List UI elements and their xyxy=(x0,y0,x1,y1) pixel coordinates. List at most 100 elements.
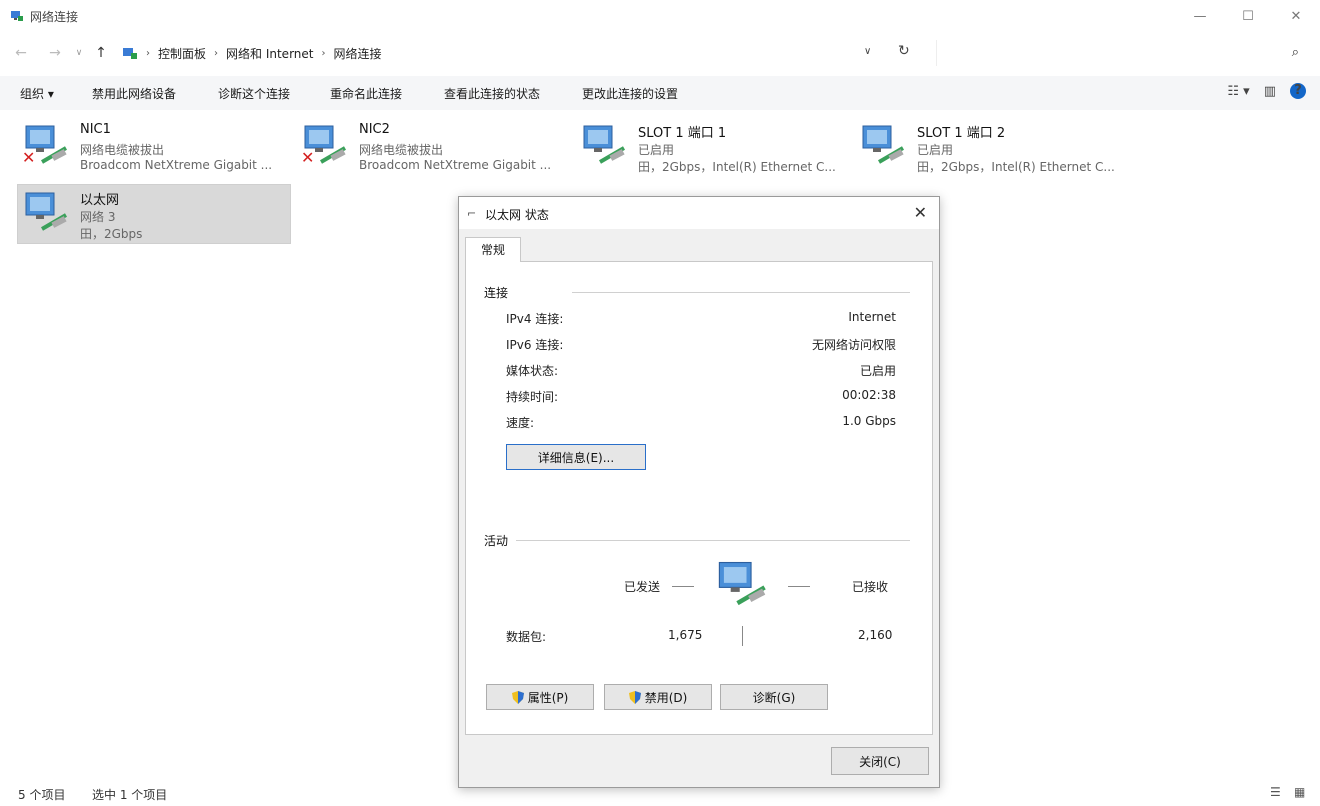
view-options-icon[interactable]: ☷ ▾ xyxy=(1227,84,1249,99)
connection-tile-slot1-port1[interactable]: SLOT 1 端口 1 已启用 田，2Gbps，Intel(R) Etherne… xyxy=(576,118,848,176)
connection-name: 以太网 xyxy=(80,193,120,208)
connection-device: 田，2Gbps，Intel(R) Ethernet C... xyxy=(638,160,836,174)
diagnose-connection-button[interactable]: 诊断这个连接 xyxy=(218,85,290,102)
properties-button[interactable]: 属性(P) xyxy=(486,684,594,710)
packets-divider xyxy=(742,626,743,646)
connection-tile-nic1[interactable]: ✕ NIC1 网络电缆被拔出 Broadcom NetXtreme Gigabi… xyxy=(18,118,290,176)
disconnected-x-icon: ✕ xyxy=(301,148,315,167)
minimize-button[interactable]: — xyxy=(1176,0,1224,32)
ipv6-value: 无网络访问权限 xyxy=(811,338,896,352)
recent-chevron-icon[interactable]: ∨ xyxy=(70,44,88,62)
connection-name: SLOT 1 端口 2 xyxy=(917,126,1006,141)
duration-value: 00:02:38 xyxy=(842,388,896,402)
connection-tile-slot1-port2[interactable]: SLOT 1 端口 2 已启用 田，2Gbps，Intel(R) Etherne… xyxy=(855,118,1127,176)
refresh-icon[interactable]: ↻ xyxy=(898,43,910,59)
properties-button-label: 属性(P) xyxy=(527,691,569,705)
dialog-close-icon[interactable]: ✕ xyxy=(914,203,927,222)
dialog-titlebar: ⌐ 以太网 状态 ✕ xyxy=(459,197,939,229)
connection-device: 田，2Gbps，Intel(R) Ethernet C... xyxy=(917,160,1115,174)
address-bar[interactable]: › 控制面板 › 网络和 Internet › 网络连接 xyxy=(116,40,924,66)
received-label: 已接收 xyxy=(852,580,889,594)
help-icon[interactable]: ? xyxy=(1290,83,1306,99)
search-icon[interactable]: ⌕ xyxy=(1292,45,1299,60)
connection-device: 田，2Gbps xyxy=(80,227,143,241)
media-state-value: 已启用 xyxy=(859,364,896,378)
item-count: 5 个项目 xyxy=(18,788,66,802)
selected-count: 选中 1 个项目 xyxy=(92,788,168,802)
packets-received-value: 2,160 xyxy=(858,628,893,642)
media-state-label: 媒体状态: xyxy=(506,364,559,378)
connection-status: 已启用 xyxy=(638,143,675,157)
connection-name: SLOT 1 端口 1 xyxy=(638,126,727,141)
connection-name: NIC2 xyxy=(359,122,390,137)
command-bar: 组织 ▾ 禁用此网络设备 诊断这个连接 重命名此连接 查看此连接的状态 更改此连… xyxy=(0,76,1320,110)
duration-label: 持续时间: xyxy=(506,390,559,404)
connection-status: 网络电缆被拔出 xyxy=(359,143,444,157)
preview-pane-icon[interactable]: ▥ xyxy=(1264,84,1276,99)
speed-label: 速度: xyxy=(506,416,535,430)
change-settings-button[interactable]: 更改此连接的设置 xyxy=(582,85,678,102)
network-connections-icon xyxy=(11,11,23,21)
sent-label: 已发送 xyxy=(624,580,661,594)
ipv4-value: Internet xyxy=(848,310,896,324)
connection-device: Broadcom NetXtreme Gigabit ... xyxy=(359,158,552,172)
ipv4-label: IPv4 连接: xyxy=(506,312,564,326)
packets-sent-value: 1,675 xyxy=(668,628,703,642)
packets-label: 数据包: xyxy=(506,630,547,644)
view-status-button[interactable]: 查看此连接的状态 xyxy=(444,85,540,102)
search-input[interactable]: ⌕ xyxy=(936,40,1313,66)
view-tools: ☷ ▾ ▥ ? xyxy=(1227,83,1306,99)
disable-button[interactable]: 禁用(D) xyxy=(604,684,712,710)
connection-device: Broadcom NetXtreme Gigabit ... xyxy=(80,158,273,172)
connection-status: 网络电缆被拔出 xyxy=(80,143,165,157)
address-dropdown-icon[interactable]: ∨ xyxy=(864,46,871,57)
connection-status: 已启用 xyxy=(917,143,954,157)
connection-tile-ethernet[interactable]: 以太网 网络 3 田，2Gbps xyxy=(17,184,291,244)
forward-arrow-icon[interactable]: → xyxy=(46,44,64,62)
breadcrumb-control-panel[interactable]: 控制面板 xyxy=(158,45,206,62)
activity-network-icon xyxy=(718,561,766,606)
connection-group-label: 连接 xyxy=(484,286,509,300)
breadcrumb-separator-icon: › xyxy=(321,48,326,59)
rename-connection-button[interactable]: 重命名此连接 xyxy=(330,85,402,102)
disconnected-x-icon: ✕ xyxy=(22,148,36,167)
activity-group-label: 活动 xyxy=(484,534,509,548)
connection-status: 网络 3 xyxy=(80,210,116,224)
network-status-icon: ⌐ xyxy=(467,207,477,220)
ethernet-status-dialog: ⌐ 以太网 状态 ✕ 常规 连接 IPv4 连接: Internet IPv6 … xyxy=(458,196,940,788)
view-switcher: ☰ ▦ xyxy=(1270,785,1310,801)
general-panel: 连接 IPv4 连接: Internet IPv6 连接: 无网络访问权限 媒体… xyxy=(465,261,933,735)
window-titlebar: 网络连接 — ☐ ✕ xyxy=(0,0,1320,32)
connection-tile-nic2[interactable]: ✕ NIC2 网络电缆被拔出 Broadcom NetXtreme Gigabi… xyxy=(297,118,569,176)
received-dash xyxy=(788,586,810,587)
breadcrumb-network-internet[interactable]: 网络和 Internet xyxy=(226,45,313,62)
uac-shield-icon xyxy=(628,691,641,704)
network-adapter-icon xyxy=(862,125,905,164)
disable-button-label: 禁用(D) xyxy=(644,691,688,705)
close-button[interactable]: 关闭(C) xyxy=(831,747,929,775)
connection-name: NIC1 xyxy=(80,122,111,137)
close-window-button[interactable]: ✕ xyxy=(1272,0,1320,32)
organize-menu[interactable]: 组织 ▾ xyxy=(20,85,54,102)
control-panel-icon xyxy=(123,47,137,59)
breadcrumb: › 控制面板 › 网络和 Internet › 网络连接 xyxy=(122,45,382,62)
network-adapter-icon xyxy=(25,192,68,231)
sent-dash xyxy=(672,586,694,587)
up-arrow-icon[interactable]: ↑ xyxy=(92,44,110,62)
tab-general[interactable]: 常规 xyxy=(465,237,521,262)
details-view-icon[interactable]: ☰ xyxy=(1270,785,1286,801)
window-controls: — ☐ ✕ xyxy=(1176,0,1320,32)
speed-value: 1.0 Gbps xyxy=(842,414,896,428)
disable-device-button[interactable]: 禁用此网络设备 xyxy=(92,85,176,102)
breadcrumb-network-connections[interactable]: 网络连接 xyxy=(333,45,381,62)
back-arrow-icon[interactable]: ← xyxy=(12,44,30,62)
group-divider xyxy=(572,292,910,293)
diagnose-button[interactable]: 诊断(G) xyxy=(720,684,828,710)
network-adapter-icon xyxy=(583,125,626,164)
window-title: 网络连接 xyxy=(30,10,79,24)
maximize-button[interactable]: ☐ xyxy=(1224,0,1272,32)
details-button[interactable]: 详细信息(E)... xyxy=(506,444,646,470)
group-divider xyxy=(516,540,910,541)
breadcrumb-separator-icon: › xyxy=(146,48,150,59)
tiles-view-icon[interactable]: ▦ xyxy=(1294,785,1310,801)
